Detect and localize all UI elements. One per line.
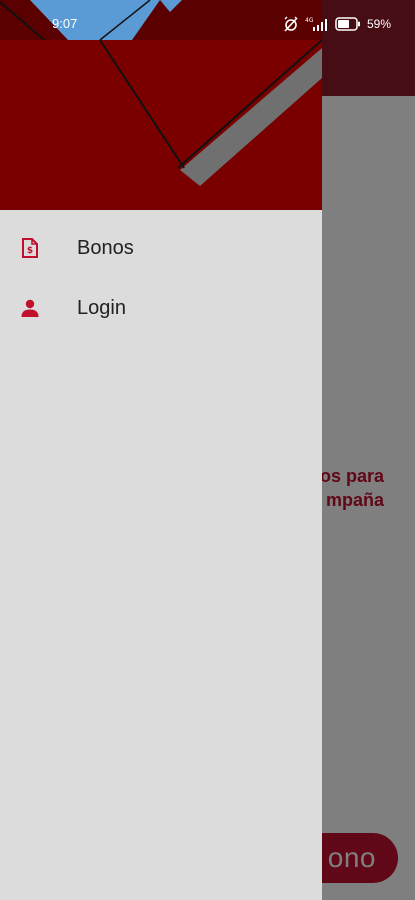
battery-icon [335, 17, 360, 31]
status-time: 9:07 [52, 16, 78, 31]
svg-text:$: $ [27, 246, 33, 256]
navigation-drawer: $ Bonos Login [0, 0, 322, 900]
alarm-off-icon [284, 16, 298, 32]
drawer-item-label: Login [77, 297, 126, 319]
network-label: 4G [305, 17, 314, 24]
signal-icon: 4G [305, 17, 327, 31]
drawer-item-bonos[interactable]: $ Bonos [0, 218, 322, 278]
person-icon [21, 299, 39, 317]
screen: os para mpaña ono [0, 0, 415, 900]
drawer-menu: $ Bonos Login [0, 218, 322, 338]
document-dollar-icon: $ [22, 238, 38, 258]
battery-percent: 59% [366, 17, 391, 31]
drawer-item-label: Bonos [77, 237, 134, 259]
status-icons: 4G 59% [283, 14, 391, 34]
drawer-item-login[interactable]: Login [0, 278, 322, 338]
status-bar: 9:07 4G 59% [0, 0, 415, 40]
